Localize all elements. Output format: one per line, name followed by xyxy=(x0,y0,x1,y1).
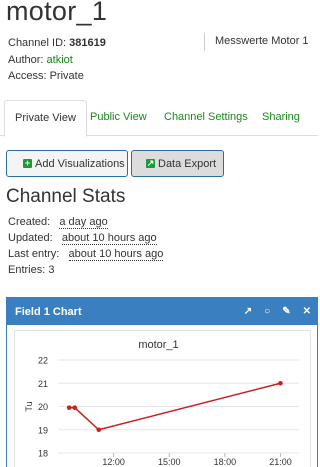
updated-value: about 10 hours ago xyxy=(61,232,157,245)
last-entry-row: Last entry: about 10 hours ago xyxy=(8,246,164,262)
chart-frame: motor_1181920212212:0015:0018:0021:00TuD… xyxy=(14,330,311,467)
tab-sharing[interactable]: Sharing xyxy=(252,100,310,136)
channel-tabs: Private View Public View Channel Setting… xyxy=(0,100,318,137)
updated-label: Updated: xyxy=(8,232,53,244)
channel-title: motor_1 xyxy=(6,0,108,26)
tab-private-view[interactable]: Private View xyxy=(4,100,87,137)
channel-stats: Created: a day ago Updated: about 10 hou… xyxy=(8,214,164,278)
y-tick-label: 21 xyxy=(38,379,48,389)
panel-header: Field 1 Chart ↗ ○ ✎ ✕ xyxy=(7,298,317,325)
plus-icon: + xyxy=(23,158,32,168)
y-axis-label: Tu xyxy=(24,401,34,411)
data-export-label: Data Export xyxy=(158,157,217,170)
external-link-icon[interactable]: ↗ xyxy=(244,306,252,317)
x-tick-label: 18:00 xyxy=(214,457,237,467)
author-label: Author: xyxy=(8,53,44,66)
data-export-button[interactable]: ↗ Data Export xyxy=(131,150,224,177)
data-point xyxy=(278,380,283,386)
channel-description: Messwerte Motor 1 xyxy=(215,35,309,47)
created-row: Created: a day ago xyxy=(8,214,163,230)
y-tick-label: 20 xyxy=(38,402,48,412)
author-row: Author: atkiot xyxy=(8,52,106,69)
y-tick-label: 18 xyxy=(38,449,48,459)
export-icon: ↗ xyxy=(146,158,155,168)
panel-title: Field 1 Chart xyxy=(15,305,82,318)
author-link[interactable]: atkiot xyxy=(47,54,73,66)
channel-stats-title: Channel Stats xyxy=(6,186,126,207)
access-row: Access: Private xyxy=(8,68,106,85)
y-tick-label: 19 xyxy=(38,425,48,435)
y-tick-label: 22 xyxy=(38,356,48,366)
comment-icon[interactable]: ○ xyxy=(264,306,270,317)
access-label: Access: xyxy=(8,70,47,82)
chart-title: motor_1 xyxy=(138,339,178,351)
close-icon[interactable]: ✕ xyxy=(303,306,311,317)
x-tick-label: 15:00 xyxy=(158,457,181,467)
pencil-icon[interactable]: ✎ xyxy=(282,306,290,317)
tab-public-view[interactable]: Public View xyxy=(80,100,157,136)
created-label: Created: xyxy=(8,216,51,228)
field-1-chart-panel: Field 1 Chart ↗ ○ ✎ ✕ motor_1 18 19 20 21 22 1… xyxy=(6,297,318,467)
channel-id-label: Channel ID: xyxy=(8,37,67,49)
x-tick-label: 21:00 xyxy=(269,457,292,467)
tab-channel-settings[interactable]: Channel Settings xyxy=(154,100,258,136)
channel-id-row: Channel ID: 381619 xyxy=(8,35,106,52)
add-visualizations-label: Add Visualizations xyxy=(35,157,125,170)
line-chart: motor_1181920212212:0015:0018:0021:00TuD… xyxy=(24,339,299,467)
panel-toolbar: ↗ ○ ✎ ✕ xyxy=(244,298,311,325)
description-divider xyxy=(204,33,205,51)
channel-id-value: 381619 xyxy=(69,37,106,49)
entries-value: 3 xyxy=(48,264,55,276)
data-point xyxy=(96,427,102,433)
last-entry-value: about 10 hours ago xyxy=(68,248,164,261)
channel-meta: Channel ID: 381619 Author: atkiot Access… xyxy=(8,35,106,85)
add-visualizations-button[interactable]: + Add Visualizations xyxy=(6,150,128,177)
data-point xyxy=(72,405,77,410)
created-value: a day ago xyxy=(59,216,108,229)
entries-row: Entries: 3 xyxy=(8,262,163,278)
access-value: Private xyxy=(49,70,84,82)
updated-row: Updated: about 10 hours ago xyxy=(8,230,163,246)
last-entry-label: Last entry: xyxy=(8,248,60,260)
data-point xyxy=(66,405,72,410)
entries-label: Entries: xyxy=(8,264,46,276)
x-tick-label: 12:00 xyxy=(102,457,125,467)
